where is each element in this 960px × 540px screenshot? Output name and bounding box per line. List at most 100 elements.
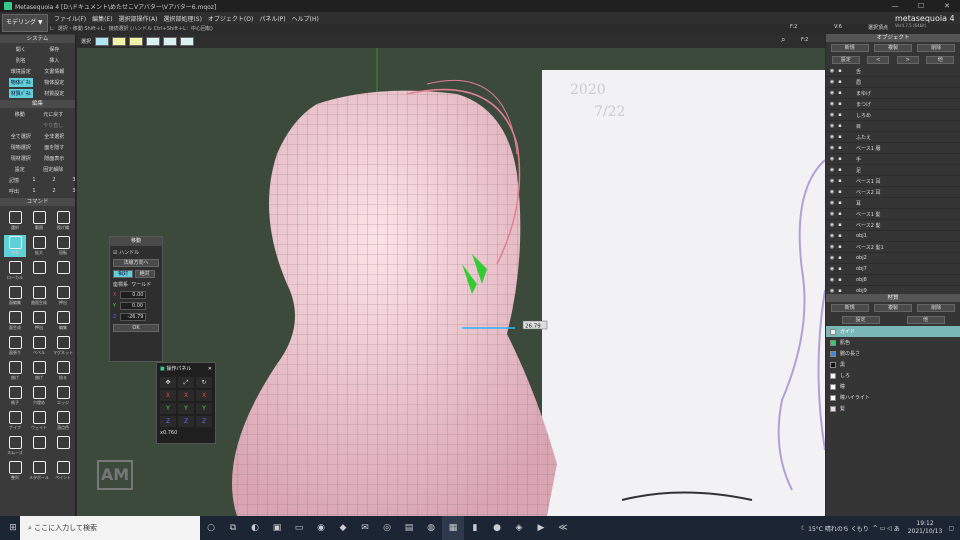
menu-edit[interactable]: 編集(E) [92,14,112,23]
command-tool[interactable]: 面編集 [4,285,26,307]
object-settings-button[interactable]: 物体設定 [42,78,66,87]
lock-icon[interactable]: ▪ [836,255,844,261]
command-tool[interactable]: 頂点色 [52,410,74,432]
minimize-button[interactable]: — [882,0,908,12]
material-row[interactable]: ガイド [826,326,960,337]
ime-indicator[interactable]: あ [894,524,900,533]
save-button[interactable]: 保存 [44,45,64,54]
object-row[interactable]: ◉ ▪ まゆげ [826,88,960,99]
redo-button[interactable]: やり直し [41,121,65,130]
lock-icon[interactable]: ▪ [836,101,844,107]
lock-icon[interactable]: ▪ [836,90,844,96]
object-row[interactable]: ◉ ▪ ベース1 髪 [826,209,960,220]
object-row[interactable]: ◉ ▪ ベース1 服 [826,143,960,154]
app-icon-9[interactable]: ≪ [552,516,574,540]
op-x-3[interactable]: X [196,390,212,401]
command-tool[interactable]: 編集 [52,310,74,332]
normal-direction-button[interactable]: 法線方向へ [113,259,159,267]
object-next-button[interactable]: > [896,56,919,64]
visibility-icon[interactable]: ◉ [828,112,836,118]
deselect-all-button[interactable]: 全非選択 [42,132,66,141]
command-tool[interactable]: 格子 [4,385,26,407]
clock[interactable]: 19:12 2021/10/13 [908,520,943,536]
recall-slot-1[interactable]: 1 [24,187,44,196]
visibility-icon[interactable]: ◉ [828,288,836,294]
menu-selection-proc[interactable]: 選択部処理(S) [163,14,202,23]
material-new-button[interactable]: 新規 [830,304,869,312]
visibility-icon[interactable]: ◉ [828,233,836,239]
op-z-3[interactable]: Z [196,416,212,427]
object-row[interactable]: ◉ ▪ ふたえ [826,132,960,143]
visibility-icon[interactable]: ◉ [828,167,836,173]
lock-icon[interactable]: ▪ [836,134,844,140]
lock-icon[interactable]: ▪ [836,156,844,162]
visibility-icon[interactable]: ◉ [828,211,836,217]
absolute-button[interactable]: 絶対 [134,270,155,278]
lock-icon[interactable]: ▪ [836,123,844,129]
material-panel-button[interactable]: 材質ﾊﾟﾈﾙ [8,89,33,98]
store-icon[interactable]: ▣ [266,516,288,540]
object-row[interactable]: ◉ ▪ ベース2 耳 [826,187,960,198]
object-row[interactable]: ◉ ▪ しろめ [826,110,960,121]
object-row[interactable]: ◉ ▪ まつげ [826,99,960,110]
visibility-icon[interactable]: ◉ [828,222,836,228]
cortana-icon[interactable]: ○ [200,516,222,540]
command-tool[interactable]: 選択 [4,210,26,232]
app-icon-1[interactable]: ◆ [332,516,354,540]
visibility-icon[interactable]: ◉ [828,178,836,184]
handle-checkbox[interactable]: ☑ [113,250,117,256]
notification-icon[interactable]: ▢ [948,525,954,532]
command-tool[interactable]: ウェイト [28,410,50,432]
command-tool[interactable] [28,435,50,457]
undo-button[interactable]: 元に戻す [41,110,65,119]
object-row[interactable]: ◉ ▪ ベース1 耳 [826,176,960,187]
memory-slot-2[interactable]: 2 [44,176,64,185]
lock-icon[interactable]: ▪ [836,222,844,228]
material-other-button[interactable]: 他 [906,316,945,324]
object-row[interactable]: ◉ ▪ obj9 [826,286,960,294]
app-icon-7[interactable]: ◈ [508,516,530,540]
windows-start-icon[interactable]: ⊞ [2,516,24,540]
preferences-button[interactable]: 環境設定 [9,67,33,76]
material-row[interactable]: 瞳ハイライト [826,392,960,403]
menu-help[interactable]: ヘルプ(H) [292,14,319,23]
tray-chevron-icon[interactable]: ^ [873,525,878,532]
mode-dropdown[interactable]: モデリング ▼ [2,14,48,32]
command-tool[interactable] [52,260,74,282]
material-delete-button[interactable]: 削除 [917,304,956,312]
command-tool[interactable]: 曲面生成 [28,285,50,307]
command-tool[interactable]: 面張り [4,335,26,357]
memory-slot-1[interactable]: 1 [24,176,44,185]
visibility-icon[interactable]: ◉ [828,156,836,162]
lock-icon[interactable]: ▪ [836,244,844,250]
lock-icon[interactable]: ▪ [836,266,844,272]
explorer-icon[interactable]: ▭ [288,516,310,540]
command-tool[interactable] [52,435,74,457]
object-new-button[interactable]: 新規 [830,44,869,52]
menu-object[interactable]: オブジェクト(O) [208,14,253,23]
unfix-button[interactable]: 固定解除 [41,165,65,174]
lock-icon[interactable]: ▪ [836,189,844,195]
ok-button[interactable]: OK [113,324,159,332]
edge-icon[interactable]: ◐ [244,516,266,540]
task-view-icon[interactable]: ⧉ [222,516,244,540]
lock-icon[interactable]: ▪ [836,79,844,85]
command-tool[interactable] [28,260,50,282]
material-row[interactable]: 髪 [826,403,960,414]
command-tool[interactable]: 押出 [52,285,74,307]
metasequoia-taskbar-icon[interactable]: ▦ [442,516,464,540]
command-tool[interactable]: ベベル [28,335,50,357]
lock-icon[interactable]: ▪ [836,178,844,184]
chrome-icon[interactable]: ◉ [310,516,332,540]
app-icon-5[interactable]: ▮ [464,516,486,540]
command-tool[interactable]: 移動 [4,235,26,257]
move-icon[interactable]: ✥ [160,377,176,388]
visibility-icon[interactable]: ◉ [828,101,836,107]
op-x-1[interactable]: X [160,390,176,401]
material-settings-button[interactable]: 材質設定 [42,89,66,98]
object-row[interactable]: ◉ ▪ 手 [826,154,960,165]
command-tool[interactable]: 回転 [52,235,74,257]
insert-button[interactable]: 挿入 [44,56,64,65]
menu-file[interactable]: ファイル(F) [54,14,86,23]
object-panel-button[interactable]: 物体ﾊﾟﾈﾙ [8,78,33,87]
